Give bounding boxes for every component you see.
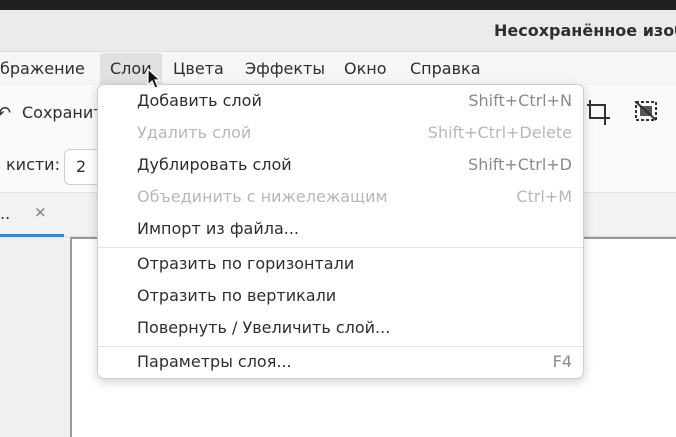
menu-item-duplicate-layer[interactable]: Дублировать слой Shift+Ctrl+D: [98, 150, 583, 182]
menu-help[interactable]: Справка: [410, 53, 481, 85]
tab-label: ..: [0, 204, 11, 223]
menu-item-label: Импорт из файла...: [137, 219, 300, 238]
menu-item-merge-down[interactable]: Объединить с нижележащим Ctrl+M: [98, 182, 583, 214]
save-button[interactable]: Сохранит: [22, 103, 103, 122]
brush-width-label: кисти:: [6, 155, 60, 174]
menu-separator: [98, 247, 583, 248]
menu-image[interactable]: бражение: [0, 53, 85, 85]
menu-item-label: Отразить по горизонтали: [137, 254, 355, 273]
document-tab[interactable]: .. ×: [0, 193, 64, 237]
menu-item-label: Удалить слой: [137, 123, 252, 142]
menu-item-shortcut: Shift+Ctrl+D: [468, 155, 572, 174]
menu-window[interactable]: Окно: [344, 53, 387, 85]
menu-item-shortcut: Shift+Ctrl+N: [468, 91, 572, 110]
title-bar: Несохранённое изоб: [0, 10, 676, 52]
layers-menu-dropdown: Добавить слой Shift+Ctrl+N Удалить слой …: [97, 84, 584, 379]
menu-colors[interactable]: Цвета: [173, 53, 224, 85]
menu-item-shortcut: Ctrl+M: [516, 187, 572, 206]
menu-item-add-layer[interactable]: Добавить слой Shift+Ctrl+N: [98, 86, 583, 118]
menu-item-flip-vertical[interactable]: Отразить по вертикали: [98, 281, 583, 313]
menu-item-label: Объединить с нижележащим: [137, 187, 388, 206]
menu-item-label: Повернуть / Увеличить слой...: [137, 318, 391, 337]
menu-item-import-from-file[interactable]: Импорт из файла...: [98, 214, 583, 246]
menu-item-rotate-zoom-layer[interactable]: Повернуть / Увеличить слой...: [98, 313, 583, 345]
crop-icon[interactable]: [584, 97, 614, 127]
menu-item-label: Добавить слой: [137, 91, 262, 110]
menu-bar: бражение Слои Цвета Эффекты Окно Справка: [0, 53, 676, 85]
close-icon[interactable]: ×: [34, 203, 47, 221]
window-title: Несохранённое изоб: [494, 21, 676, 40]
desktop-top-bar: [0, 0, 676, 10]
menu-item-delete-layer[interactable]: Удалить слой Shift+Ctrl+Delete: [98, 118, 583, 150]
menu-item-flip-horizontal[interactable]: Отразить по горизонтали: [98, 249, 583, 281]
menu-item-label: Дублировать слой: [137, 155, 292, 174]
undo-icon[interactable]: ↶: [0, 103, 11, 124]
menu-effects[interactable]: Эффекты: [245, 53, 325, 85]
menu-item-shortcut: Shift+Ctrl+Delete: [427, 123, 572, 142]
menu-item-layer-properties[interactable]: Параметры слоя... F4: [98, 347, 583, 379]
deselect-icon[interactable]: [632, 97, 662, 127]
menu-item-label: Параметры слоя...: [137, 352, 292, 371]
menu-item-shortcut: F4: [552, 352, 572, 371]
menu-item-label: Отразить по вертикали: [137, 286, 337, 305]
mouse-pointer-icon: [147, 68, 161, 89]
